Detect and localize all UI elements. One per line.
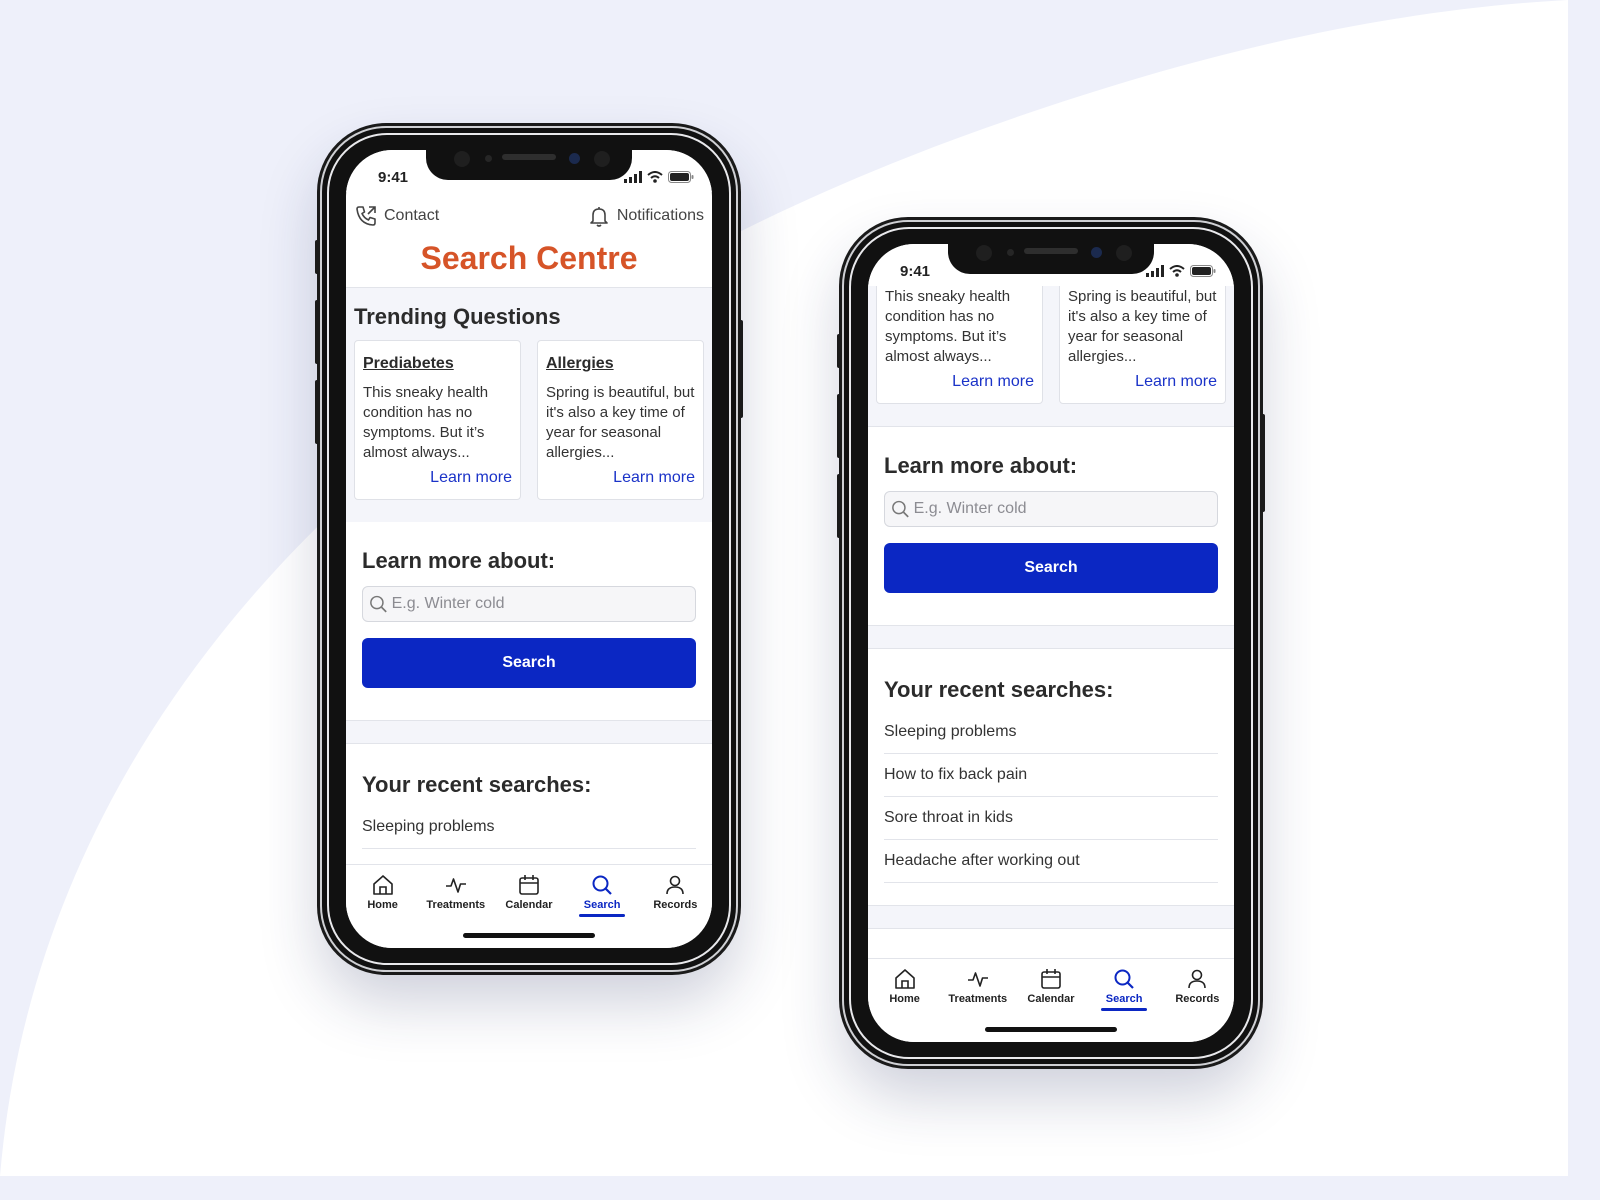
search-icon xyxy=(370,595,387,613)
phone-left: 9:41 Contact Notifications Search Centre xyxy=(315,126,743,972)
tab-bar: Home Treatments Calendar Search Records xyxy=(346,864,712,948)
tab-label: Calendar xyxy=(505,899,553,911)
tab-label: Home xyxy=(367,899,398,911)
trending-card: Prediabetes This sneaky health condition… xyxy=(876,286,1043,404)
notifications-button[interactable]: Notifications xyxy=(587,204,704,228)
recent-search-item[interactable]: How to fix back pain xyxy=(884,754,1218,797)
search-input[interactable] xyxy=(391,595,689,613)
learn-more-link[interactable]: Learn more xyxy=(885,373,1034,391)
recent-search-item[interactable]: Sore throat in kids xyxy=(884,797,1218,840)
tab-treatments[interactable]: Treatments xyxy=(421,873,491,911)
trending-card: Allergies Spring is beautiful, but it's … xyxy=(537,340,704,500)
learn-more-link[interactable]: Learn more xyxy=(1068,373,1217,391)
learn-more-link[interactable]: Learn more xyxy=(546,469,695,487)
signal-icon xyxy=(624,171,642,183)
card-text: This sneaky health condition has no symp… xyxy=(885,288,1011,365)
learn-heading: Learn more about: xyxy=(884,453,1078,478)
tab-records[interactable]: Records xyxy=(640,873,710,911)
background-wave xyxy=(0,0,1568,1176)
trending-section: Trending Questions Prediabetes This snea… xyxy=(346,288,712,522)
battery-icon xyxy=(1190,265,1216,277)
home-icon xyxy=(372,875,393,895)
tab-calendar[interactable]: Calendar xyxy=(494,873,564,911)
calendar-icon xyxy=(1041,969,1061,989)
tab-home[interactable]: Home xyxy=(348,873,418,911)
section-divider xyxy=(868,905,1234,929)
wifi-icon xyxy=(1169,265,1185,277)
tab-label: Search xyxy=(583,899,621,911)
card-title[interactable]: Allergies xyxy=(546,355,695,373)
card-text: Spring is beautiful, but it's also a key… xyxy=(1068,288,1217,365)
trending-card: Prediabetes This sneaky health condition… xyxy=(354,340,521,500)
tab-bar: Home Treatments Calendar Search Records xyxy=(868,958,1234,1042)
pulse-icon xyxy=(445,878,466,893)
learn-heading: Learn more about: xyxy=(362,548,556,573)
learn-section: Learn more about: Search xyxy=(346,522,712,720)
trending-section: Prediabetes This sneaky health condition… xyxy=(868,286,1234,426)
wifi-icon xyxy=(647,171,663,183)
tab-label: Records xyxy=(653,899,698,911)
tab-home[interactable]: Home xyxy=(870,967,940,1005)
learn-section: Learn more about: Search xyxy=(868,426,1234,625)
phone-call-icon xyxy=(356,206,376,226)
home-indicator xyxy=(463,933,595,938)
search-button[interactable]: Search xyxy=(362,638,696,688)
recent-search-item[interactable]: Sleeping problems xyxy=(362,806,696,849)
tab-calendar[interactable]: Calendar xyxy=(1016,967,1086,1005)
card-text: This sneaky health condition has no symp… xyxy=(363,384,489,461)
tab-search[interactable]: Search xyxy=(1089,967,1159,1011)
recent-heading: Your recent searches: xyxy=(362,772,592,797)
trending-card: Allergies Spring is beautiful, but it's … xyxy=(1059,286,1226,404)
person-icon xyxy=(1188,969,1207,989)
phone-screen: 9:41 Contact Notifications Search Centre xyxy=(346,150,712,948)
tab-label: Records xyxy=(1175,993,1220,1005)
trending-heading: Trending Questions xyxy=(354,304,561,329)
search-button[interactable]: Search xyxy=(884,543,1218,593)
search-icon xyxy=(592,875,612,895)
search-icon xyxy=(892,500,909,518)
tab-label: Treatments xyxy=(948,993,1008,1005)
home-icon xyxy=(894,969,915,989)
recent-searches-section: Your recent searches: Sleeping problems xyxy=(346,744,712,849)
section-divider xyxy=(346,720,712,744)
contact-button[interactable]: Contact xyxy=(354,204,439,228)
tab-label: Search xyxy=(1105,993,1143,1005)
signal-icon xyxy=(1146,265,1164,277)
tab-label: Treatments xyxy=(426,899,486,911)
card-title[interactable]: Prediabetes xyxy=(363,355,512,373)
phone-right: 9:41 Prediabetes This sneaky health cond… xyxy=(837,220,1265,1066)
search-field[interactable] xyxy=(884,491,1218,527)
home-indicator xyxy=(985,1027,1117,1032)
calendar-icon xyxy=(519,875,539,895)
card-text: Spring is beautiful, but it's also a key… xyxy=(546,384,695,461)
notifications-label: Notifications xyxy=(616,207,704,224)
recent-heading: Your recent searches: xyxy=(884,677,1114,702)
section-divider xyxy=(868,625,1234,649)
page-title: Search Centre xyxy=(346,232,712,288)
notch xyxy=(948,244,1154,274)
tab-label: Calendar xyxy=(1027,993,1075,1005)
search-icon xyxy=(1114,969,1134,989)
recent-search-item[interactable]: Headache after working out xyxy=(884,840,1218,883)
notch xyxy=(426,150,632,180)
recent-searches-section: Your recent searches: Sleeping problems … xyxy=(868,649,1234,883)
phone-screen: 9:41 Prediabetes This sneaky health cond… xyxy=(868,244,1234,1042)
person-icon xyxy=(666,875,685,895)
pulse-icon xyxy=(967,972,988,987)
tab-search[interactable]: Search xyxy=(567,873,637,917)
bell-icon xyxy=(590,207,608,227)
battery-icon xyxy=(668,171,694,183)
learn-more-link[interactable]: Learn more xyxy=(363,469,512,487)
search-input[interactable] xyxy=(913,500,1211,518)
status-time: 9:41 xyxy=(378,168,409,186)
tab-label: Home xyxy=(889,993,920,1005)
status-time: 9:41 xyxy=(900,262,931,280)
recent-search-item[interactable]: Sleeping problems xyxy=(884,711,1218,754)
search-field[interactable] xyxy=(362,586,696,622)
contact-label: Contact xyxy=(384,207,440,224)
tab-treatments[interactable]: Treatments xyxy=(943,967,1013,1005)
tab-records[interactable]: Records xyxy=(1162,967,1232,1005)
